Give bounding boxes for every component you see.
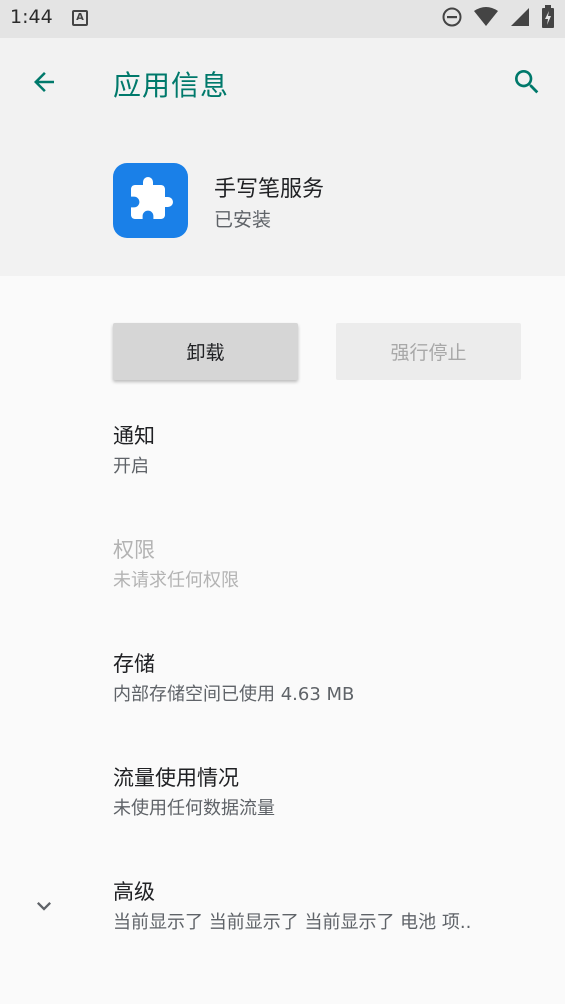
data-usage-item[interactable]: 流量使用情况 未使用任何数据流量 xyxy=(113,763,553,823)
app-name: 手写笔服务 xyxy=(214,177,325,202)
uninstall-button[interactable]: 卸载 xyxy=(113,323,298,380)
search-icon xyxy=(511,66,543,102)
item-subtitle: 开启 xyxy=(113,456,149,477)
item-title: 高级 xyxy=(113,880,155,904)
storage-item[interactable]: 存储 内部存储空间已使用 4.63 MB xyxy=(113,649,553,709)
advanced-expand-button[interactable] xyxy=(28,892,60,924)
item-subtitle: 内部存储空间已使用 4.63 MB xyxy=(113,684,355,705)
item-title: 流量使用情况 xyxy=(113,766,239,790)
permissions-item: 权限 未请求任何权限 xyxy=(113,535,553,595)
do-not-disturb-icon xyxy=(441,6,463,32)
app-install-status: 已安装 xyxy=(214,209,272,231)
app-info-header: 应用信息 手写笔服务 已安装 xyxy=(0,38,565,276)
arrow-back-icon xyxy=(29,67,59,101)
item-title: 权限 xyxy=(113,538,155,562)
item-title: 通知 xyxy=(113,424,155,448)
status-bar: 1:44 A xyxy=(0,0,565,38)
item-title: 存储 xyxy=(113,652,155,676)
advanced-item[interactable]: 高级 当前显示了 当前显示了 当前显示了 电池 项.. xyxy=(113,877,553,937)
app-icon xyxy=(113,163,188,238)
page-title: 应用信息 xyxy=(113,69,230,102)
status-icons xyxy=(441,5,555,33)
item-subtitle: 未使用任何数据流量 xyxy=(113,798,275,819)
notification-icon: A xyxy=(72,10,88,26)
notifications-item[interactable]: 通知 开启 xyxy=(113,421,553,481)
wifi-icon xyxy=(473,6,499,32)
item-subtitle: 当前显示了 当前显示了 当前显示了 电池 项.. xyxy=(113,912,472,933)
puzzle-icon xyxy=(127,175,175,227)
chevron-down-icon xyxy=(30,892,58,924)
signal-icon xyxy=(509,6,531,32)
item-subtitle: 未请求任何权限 xyxy=(113,570,239,591)
back-button[interactable] xyxy=(22,62,66,106)
battery-charging-icon xyxy=(541,5,555,33)
search-button[interactable] xyxy=(505,62,549,106)
status-time: 1:44 xyxy=(10,6,53,28)
force-stop-button[interactable]: 强行停止 xyxy=(336,323,521,380)
